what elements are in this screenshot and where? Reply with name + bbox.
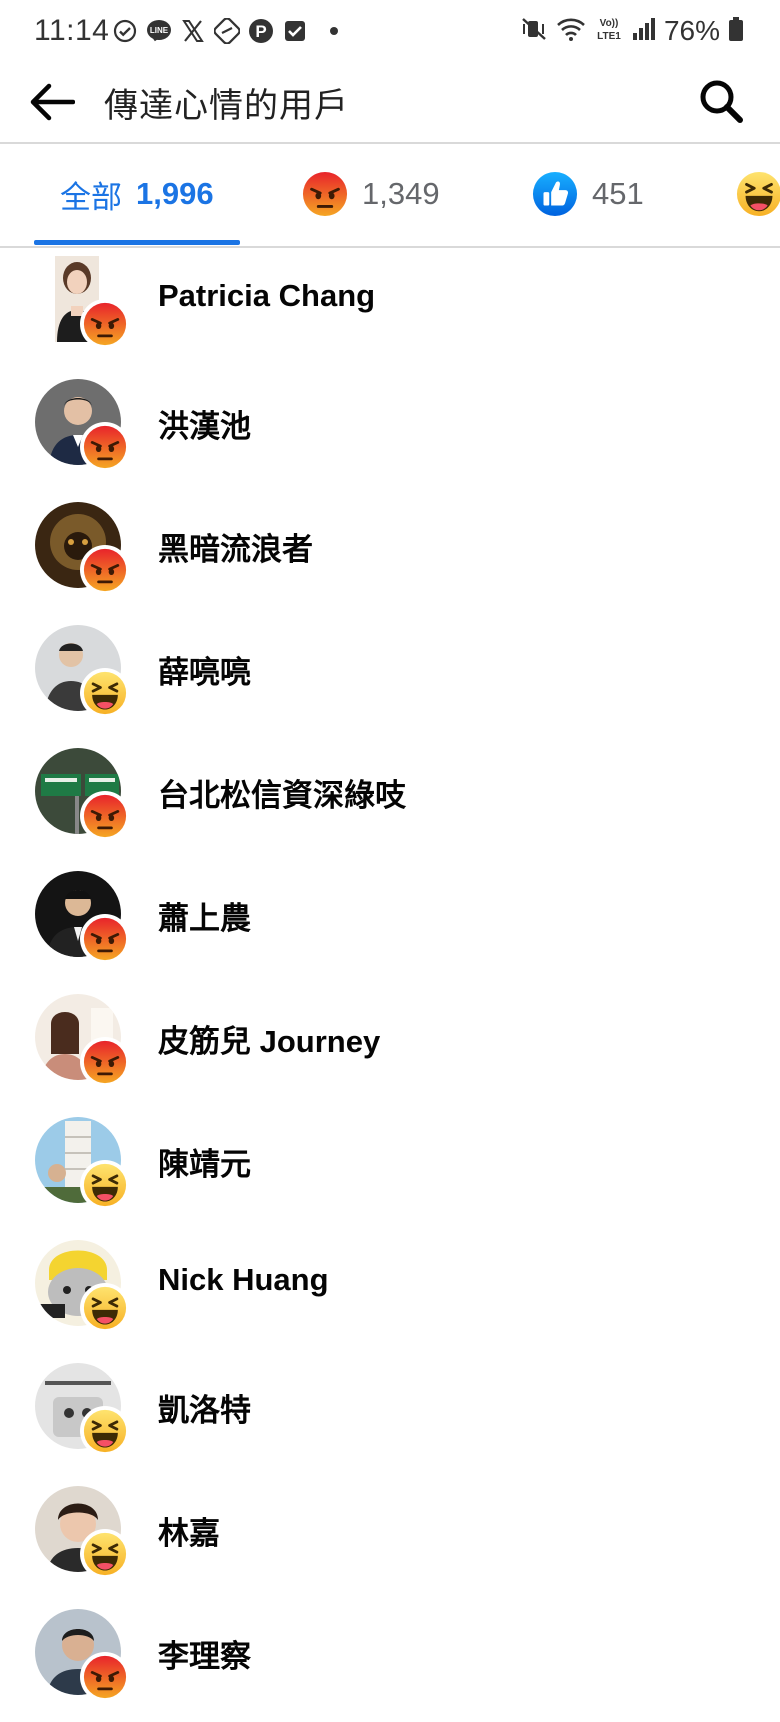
angry-reaction-icon: [80, 545, 130, 595]
angry-reaction-icon: [80, 1652, 130, 1702]
user-name[interactable]: 凱洛特: [158, 1385, 251, 1430]
haha-reaction-icon: [80, 1529, 130, 1579]
list-item[interactable]: 黑暗流浪者: [0, 492, 780, 615]
user-name[interactable]: 林嘉: [158, 1508, 220, 1553]
svg-text:LINE: LINE: [150, 26, 169, 35]
more-notifications-dot: [330, 27, 338, 35]
haha-reaction-icon: [80, 1160, 130, 1210]
angry-reaction-icon: [80, 914, 130, 964]
list-item[interactable]: 凱洛特: [0, 1353, 780, 1476]
list-item[interactable]: 洪漢池: [0, 369, 780, 492]
tab-like[interactable]: 451: [532, 144, 644, 244]
volte-icon: Vo)) LTE1: [594, 15, 624, 48]
notification-icons: LINE P: [112, 16, 338, 46]
user-name[interactable]: 台北松信資深綠吱: [158, 770, 406, 815]
reaction-tabs: 全部 1,996 1,349 451: [0, 144, 780, 248]
list-item[interactable]: 薛喨喨: [0, 615, 780, 738]
angry-reaction-icon: [80, 422, 130, 472]
link-icon: [214, 18, 240, 44]
list-item[interactable]: 林嘉: [0, 1476, 780, 1599]
tab-angry[interactable]: 1,349: [302, 144, 440, 244]
list-item[interactable]: 皮筋兒 Journey: [0, 984, 780, 1107]
line-icon: LINE: [146, 18, 172, 44]
battery-percent: 76%: [663, 15, 720, 46]
user-name[interactable]: 黑暗流浪者: [158, 524, 313, 569]
list-item[interactable]: Patricia Chang: [0, 246, 780, 369]
page-title: 傳達心情的用戶: [104, 87, 349, 125]
list-item[interactable]: 蕭上農: [0, 861, 780, 984]
angry-reaction-icon: [80, 299, 130, 349]
user-name[interactable]: Nick Huang: [158, 1262, 329, 1298]
app-header: 傳達心情的用戶: [0, 62, 780, 144]
angry-reaction-icon: [302, 171, 348, 217]
list-item[interactable]: 陳靖元: [0, 1107, 780, 1230]
system-status: Vo)) LTE1 76%: [520, 14, 744, 48]
user-name[interactable]: 李理察: [158, 1631, 251, 1676]
tab-haha[interactable]: [736, 144, 780, 244]
user-name[interactable]: 薛喨喨: [158, 647, 251, 692]
search-icon: [700, 80, 743, 123]
status-bar: 11:14 LINE P Vo)) LTE1 76%: [0, 0, 780, 62]
check-circle-icon: [112, 18, 138, 44]
reactors-list: Patricia Chang 洪漢池 黑暗流浪者 薛喨喨 台北松信資深綠吱 蕭上…: [0, 246, 780, 1722]
angry-reaction-icon: [80, 1037, 130, 1087]
arrow-left-icon: [30, 83, 75, 121]
search-button[interactable]: [692, 72, 750, 130]
tab-angry-count: 1,349: [362, 176, 440, 211]
list-item[interactable]: 李理察: [0, 1599, 780, 1722]
angry-reaction-icon: [80, 791, 130, 841]
user-name[interactable]: 陳靖元: [158, 1139, 251, 1184]
user-name[interactable]: 洪漢池: [158, 401, 251, 446]
signal-icon: [632, 16, 656, 47]
svg-text:P: P: [255, 22, 266, 41]
svg-text:Vo)): Vo)): [600, 18, 619, 29]
svg-text:LTE1: LTE1: [597, 31, 621, 42]
tab-all[interactable]: 全部 1,996: [60, 144, 214, 244]
user-name[interactable]: 蕭上農: [158, 893, 251, 938]
haha-reaction-icon: [80, 668, 130, 718]
active-tab-indicator: [34, 240, 240, 245]
p-icon: P: [248, 18, 274, 44]
haha-reaction-icon: [80, 1406, 130, 1456]
user-name[interactable]: Patricia Chang: [158, 278, 375, 314]
status-time: 11:14: [34, 14, 110, 47]
wifi-icon: [556, 16, 586, 47]
checkbox-icon: [282, 18, 308, 44]
tab-like-count: 451: [592, 176, 644, 211]
haha-reaction-icon: [80, 1283, 130, 1333]
tab-all-label: 全部: [60, 179, 122, 215]
haha-reaction-icon: [736, 171, 780, 217]
list-item[interactable]: 台北松信資深綠吱: [0, 738, 780, 861]
x-icon: [180, 18, 206, 44]
tab-all-count: 1,996: [136, 176, 214, 211]
battery-icon: [728, 16, 744, 47]
user-name[interactable]: 皮筋兒 Journey: [158, 1016, 380, 1061]
like-reaction-icon: [532, 171, 578, 217]
mute-vibrate-icon: [520, 16, 548, 47]
back-button[interactable]: [26, 76, 78, 128]
list-item[interactable]: Nick Huang: [0, 1230, 780, 1353]
